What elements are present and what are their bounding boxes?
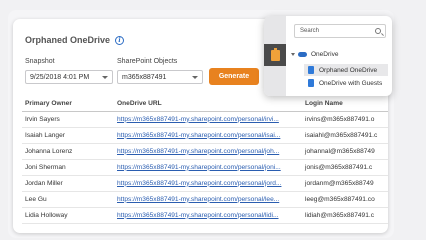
column-header-url[interactable]: OneDrive URL <box>114 97 302 112</box>
url-link[interactable]: https://m365x887491-my.sharepoint.com/pe… <box>114 127 302 144</box>
reports-tab[interactable] <box>264 44 286 66</box>
table-header-row: Primary Owner OneDrive URL Login Name <box>22 97 388 112</box>
table-row[interactable]: Johanna Lorenz https://m365x887491-my.sh… <box>22 143 388 160</box>
table-row[interactable]: Lee Gu https://m365x887491-my.sharepoint… <box>22 191 388 208</box>
login-cell: jonis@m365x887491.c <box>302 159 388 176</box>
column-header-login[interactable]: Login Name <box>302 97 388 112</box>
table-row[interactable]: Isaiah Langer https://m365x887491-my.sha… <box>22 127 388 144</box>
tree-item-onedrive[interactable]: OneDrive <box>291 51 338 58</box>
owner-cell: Lee Gu <box>22 191 114 208</box>
search-input[interactable]: Search <box>294 24 386 38</box>
chevron-down-icon <box>192 75 198 79</box>
url-link[interactable]: https://m365x887491-my.sharepoint.com/pe… <box>114 143 302 160</box>
orphaned-table: Primary Owner OneDrive URL Login Name Ir… <box>22 97 388 224</box>
url-link[interactable]: https://m365x887491-my.sharepoint.com/pe… <box>114 207 302 224</box>
table-row[interactable]: Jordan Miller https://m365x887491-my.sha… <box>22 175 388 192</box>
cloud-icon <box>298 52 307 57</box>
snapshot-value: 9/25/2018 4:01 PM <box>30 73 90 81</box>
login-cell: johannal@m365x88749 <box>302 143 388 160</box>
owner-cell: Irvin Sayers <box>22 111 114 128</box>
info-icon[interactable]: i <box>115 35 125 45</box>
tree-child-label: OneDrive with Guests <box>319 79 383 87</box>
tree-child-label: Orphaned OneDrive <box>319 66 378 74</box>
search-placeholder: Search <box>300 28 320 34</box>
owner-cell: Lidia Holloway <box>22 207 114 224</box>
url-link[interactable]: https://m365x887491-my.sharepoint.com/pe… <box>114 159 302 176</box>
objects-select[interactable]: m365x887491 <box>117 70 203 84</box>
login-cell: irvins@m365x887491.o <box>302 111 388 128</box>
table-row[interactable]: Irvin Sayers https://m365x887491-my.shar… <box>22 111 388 128</box>
table-row[interactable]: Lidia Holloway https://m365x887491-my.sh… <box>22 207 388 224</box>
tree-root-label: OneDrive <box>311 51 339 58</box>
url-link[interactable]: https://m365x887491-my.sharepoint.com/pe… <box>114 175 302 192</box>
tree-item-onedrive-with-guests[interactable]: OneDrive with Guests <box>308 79 382 87</box>
navigation-popup: Search OneDrive Orphaned OneDrive OneDri… <box>264 16 392 96</box>
report-title-text: Orphaned OneDrive <box>25 35 111 45</box>
owner-cell: Jordan Miller <box>22 175 114 192</box>
search-icon[interactable] <box>375 28 381 34</box>
login-cell: jordanm@m365x88749 <box>302 175 388 192</box>
column-header-owner[interactable]: Primary Owner <box>22 97 114 112</box>
owner-cell: Isaiah Langer <box>22 127 114 144</box>
owner-cell: Johanna Lorenz <box>22 143 114 160</box>
snapshot-label: Snapshot <box>25 58 55 65</box>
url-link[interactable]: https://m365x887491-my.sharepoint.com/pe… <box>114 191 302 208</box>
objects-label: SharePoint Objects <box>117 58 178 65</box>
onedrive-icon <box>308 79 314 87</box>
owner-cell: Joni Sherman <box>22 159 114 176</box>
login-cell: leeg@m365x887491.co <box>302 191 388 208</box>
report-title: Orphaned OneDrive i <box>25 35 125 45</box>
table-row[interactable]: Joni Sherman https://m365x887491-my.shar… <box>22 159 388 176</box>
url-link[interactable]: https://m365x887491-my.sharepoint.com/pe… <box>114 111 302 128</box>
chevron-down-icon <box>102 75 108 79</box>
objects-value: m365x887491 <box>122 73 167 81</box>
login-cell: isaiahl@m365x887491.c <box>302 127 388 144</box>
tree-item-orphaned-onedrive[interactable]: Orphaned OneDrive <box>304 64 388 76</box>
clipboard-icon <box>270 47 280 61</box>
login-cell: lidiah@m365x887491.c <box>302 207 388 224</box>
generate-button[interactable]: Generate <box>209 68 259 85</box>
caret-down-icon[interactable] <box>291 53 295 56</box>
snapshot-select[interactable]: 9/25/2018 4:01 PM <box>25 70 113 84</box>
onedrive-icon <box>308 66 314 74</box>
